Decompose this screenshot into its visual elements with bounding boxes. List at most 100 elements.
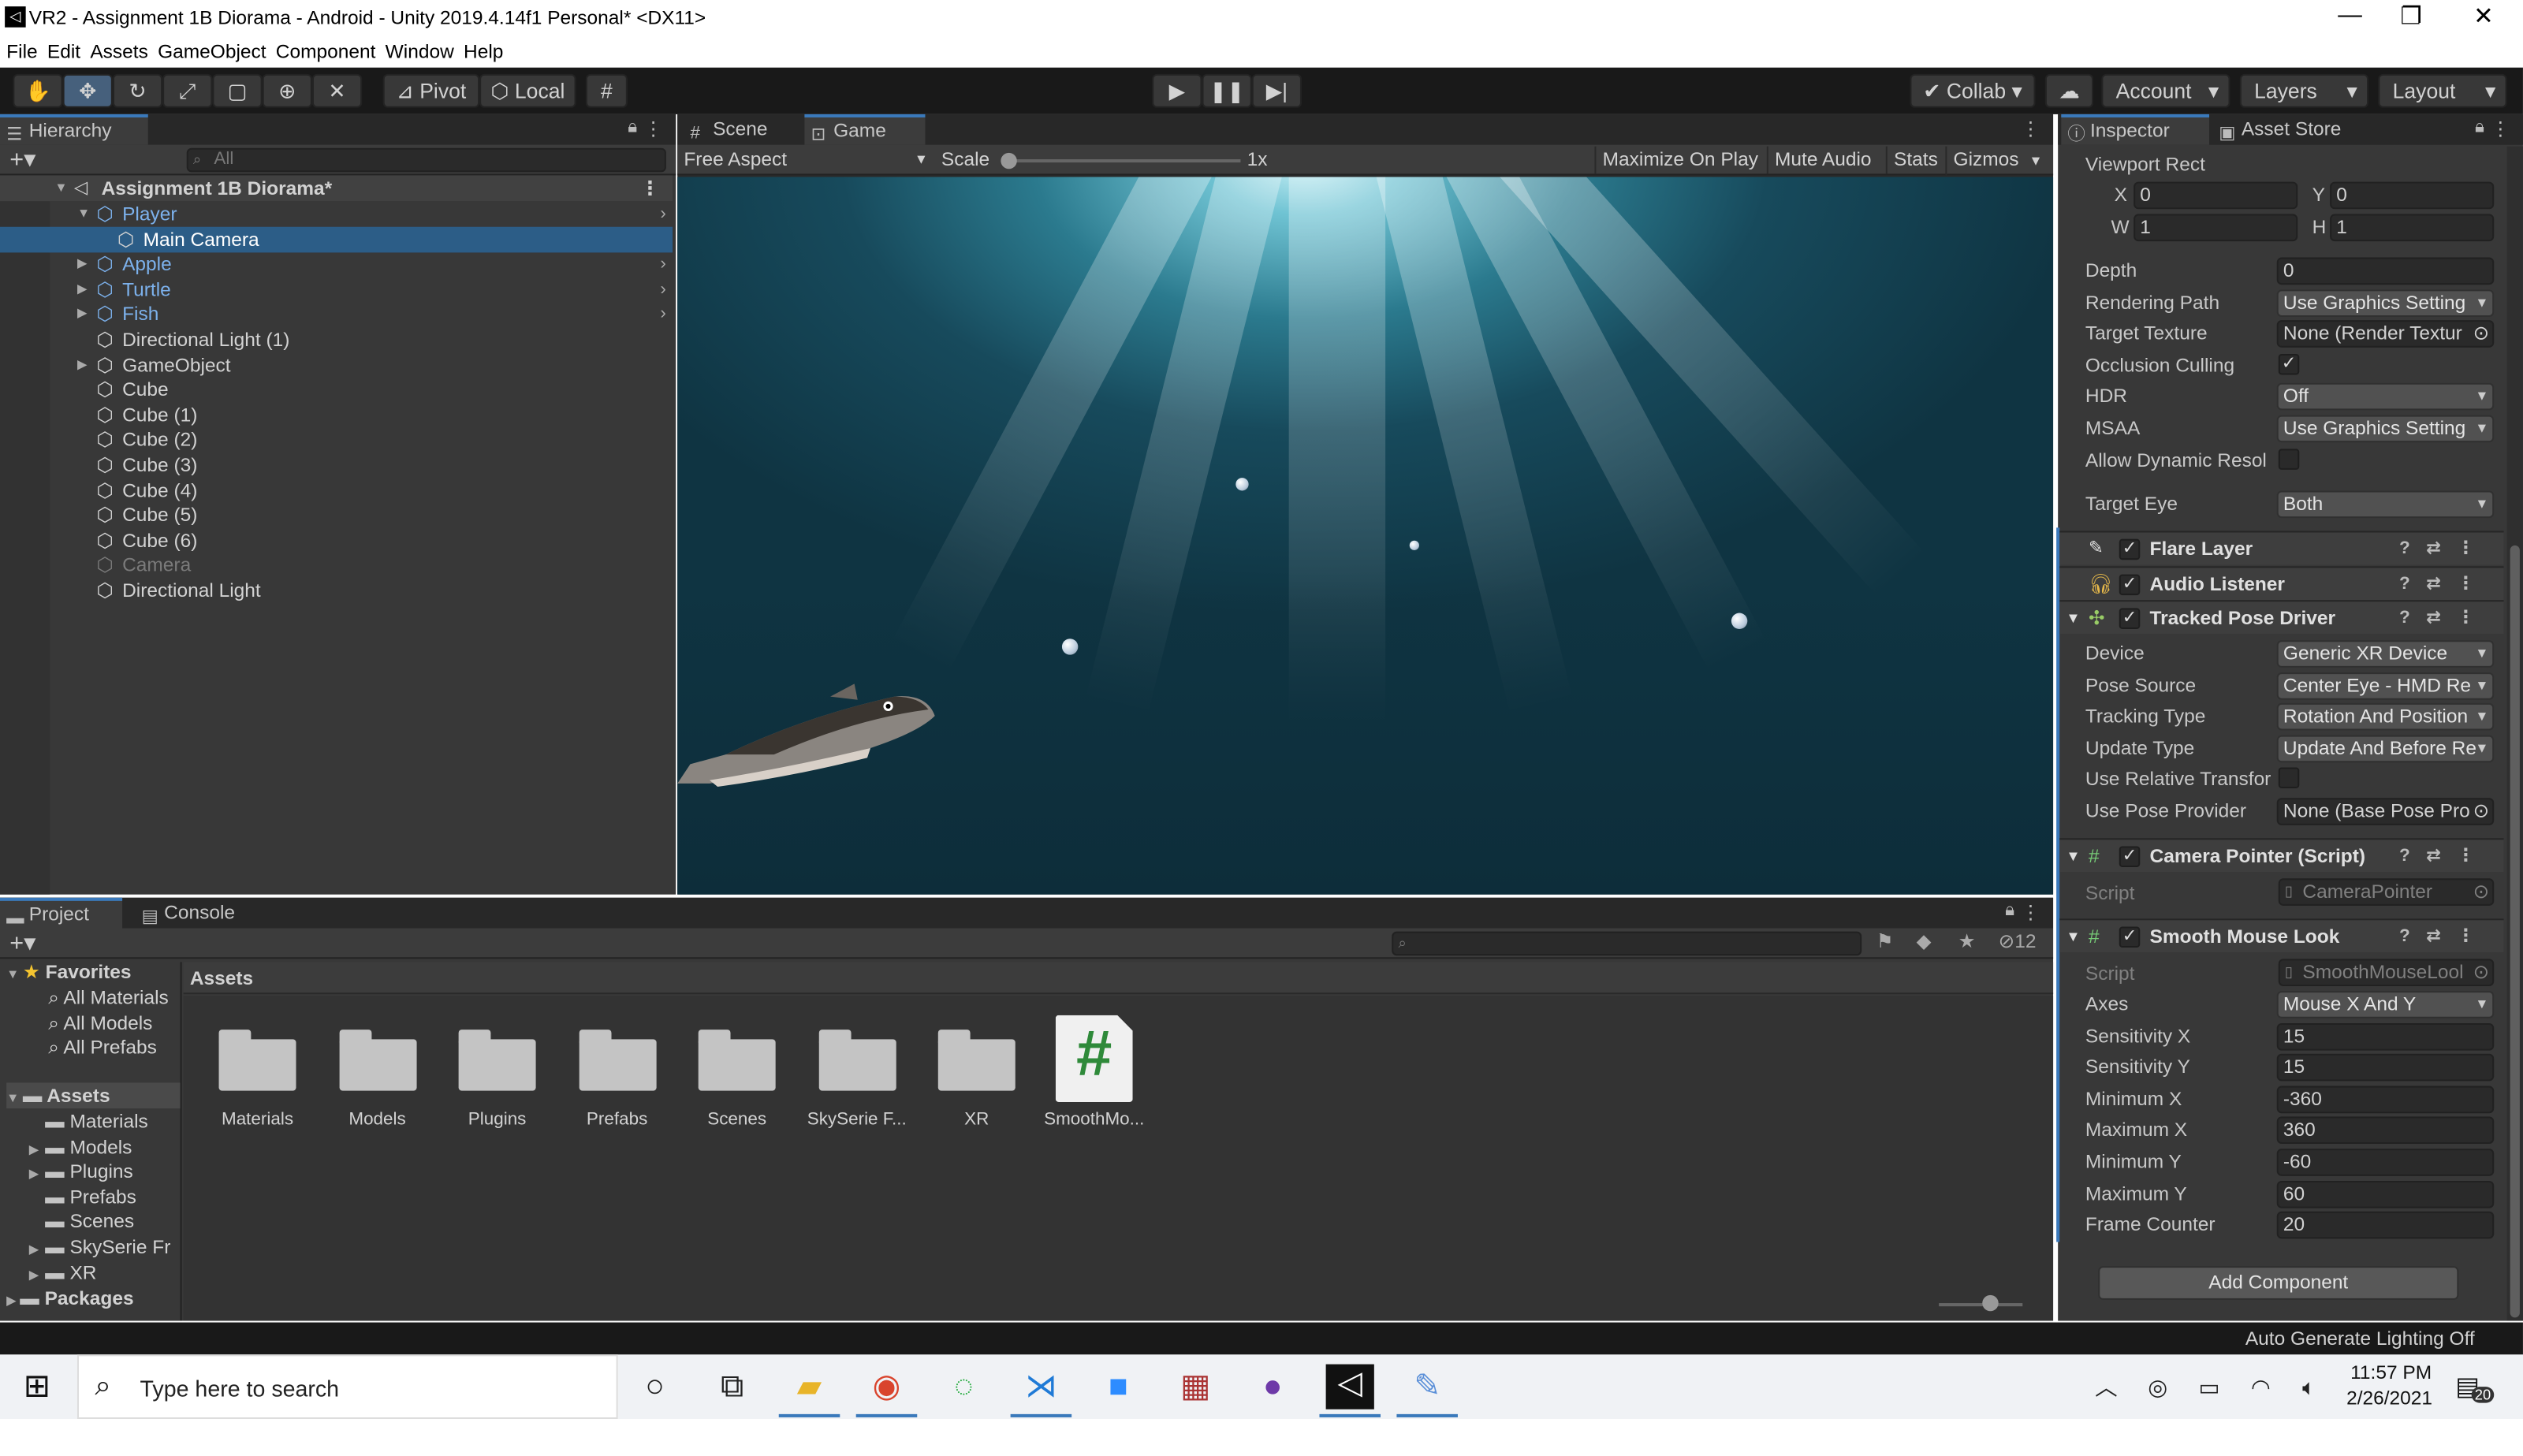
lock-icon[interactable]: 🔒︎	[2005, 901, 2014, 922]
collab-dropdown[interactable]: ✔ Collab ▾	[1910, 73, 2036, 108]
favorites-row[interactable]: ▼ ★ Favorites	[6, 959, 131, 985]
battery-icon[interactable]: ▭	[2185, 1368, 2233, 1406]
folder-icon[interactable]	[218, 1030, 296, 1091]
asset-tree-item[interactable]: ▶ ▬ XR	[29, 1259, 97, 1285]
folder-icon[interactable]	[338, 1030, 416, 1091]
favorite-item[interactable]: ⌕ All Models	[48, 1010, 152, 1036]
audio-listener-enabled-checkbox[interactable]: ✓	[2119, 574, 2141, 596]
hierarchy-item[interactable]: ⬡ Directional Light	[0, 578, 673, 604]
fold-closed-icon[interactable]: ▶	[29, 1262, 45, 1288]
maximize-on-play-toggle[interactable]: Maximize On Play	[1594, 146, 1765, 174]
folder-label[interactable]: XR	[919, 1110, 1034, 1129]
property-field[interactable]: 15	[2276, 1022, 2495, 1050]
hierarchy-item[interactable]: ⬡ Directional Light (1)	[0, 326, 673, 352]
transform-tool-icon[interactable]: ⊕	[262, 73, 312, 108]
rotate-tool-icon[interactable]: ↻	[112, 73, 163, 108]
property-field[interactable]: 0	[2276, 257, 2495, 285]
asset-tree-item[interactable]: ▶ ▬ Plugins	[29, 1159, 133, 1185]
filter-by-label-icon[interactable]: ◆	[1917, 930, 1932, 953]
scale-slider-handle[interactable]	[1001, 152, 1017, 169]
layout-dropdown[interactable]: Layout ▾	[2378, 73, 2507, 108]
fold-open-icon[interactable]: ▼	[77, 201, 90, 227]
tray-device-icon[interactable]: ◎	[2134, 1368, 2182, 1406]
fold-closed-icon[interactable]: ▶	[77, 277, 88, 303]
hierarchy-item[interactable]: ⬡ Cube (5)	[0, 502, 673, 528]
lock-icon[interactable]: 🔒︎	[2475, 117, 2484, 139]
script-asset-icon[interactable]: #	[1055, 1015, 1133, 1102]
asset-tree-item[interactable]: ▬ Materials	[29, 1108, 148, 1134]
property-dropdown[interactable]: Generic XR Device	[2276, 640, 2495, 668]
property-dropdown[interactable]: Use Graphics Setting	[2276, 289, 2495, 317]
folder-label[interactable]: Scenes	[679, 1110, 795, 1129]
project-search-input[interactable]: ⌕	[1392, 931, 1862, 956]
folder-icon[interactable]	[698, 1030, 776, 1091]
folder-icon[interactable]	[458, 1030, 536, 1091]
tray-chevron-up-icon[interactable]: ︿	[2082, 1368, 2130, 1406]
component-actions-icon[interactable]: ?⇄⋮	[2399, 920, 2491, 952]
asset-tree-item[interactable]: ▶ ▬ Models	[29, 1134, 132, 1160]
property-dropdown[interactable]: Use Graphics Setting	[2276, 415, 2495, 443]
local-toggle[interactable]: ⬡ Local	[479, 73, 576, 108]
kebab-menu-icon[interactable]: ⋮	[640, 175, 659, 201]
folder-label[interactable]: Materials	[199, 1110, 315, 1129]
mute-audio-toggle[interactable]: Mute Audio	[1766, 146, 1878, 174]
cloud-icon[interactable]: ☁	[2044, 73, 2094, 108]
hierarchy-item[interactable]: ⬡ Camera	[0, 553, 673, 579]
fold-closed-icon[interactable]: ▶	[77, 301, 88, 327]
folder-label[interactable]: Models	[319, 1110, 435, 1129]
property-field[interactable]: None (Render Textur ⊙	[2276, 320, 2495, 348]
hierarchy-item[interactable]: ⬡ Cube	[0, 377, 673, 403]
component-actions-icon[interactable]: ?⇄⋮	[2399, 840, 2491, 872]
property-checkbox[interactable]: ✓	[2278, 353, 2300, 375]
chevron-right-icon[interactable]: ›	[660, 301, 665, 327]
clock-date[interactable]: 2/26/2021	[2333, 1387, 2446, 1409]
layers-dropdown[interactable]: Layers ▾	[2239, 73, 2369, 108]
add-icon[interactable]: +▾	[9, 145, 35, 174]
game-viewport[interactable]	[677, 177, 2054, 895]
asset-tree-item[interactable]: ▬ Prefabs	[29, 1184, 136, 1210]
camera-pointer-enabled-checkbox[interactable]: ✓	[2119, 846, 2141, 867]
folder-icon[interactable]	[937, 1030, 1016, 1091]
property-field[interactable]: 60	[2276, 1180, 2495, 1208]
tab-hierarchy[interactable]: ☰ Hierarchy	[0, 114, 148, 145]
favorite-item[interactable]: ⌕ All Prefabs	[48, 1035, 157, 1061]
tab-game[interactable]: ⊡ Game	[804, 114, 926, 145]
wifi-icon[interactable]: ◠	[2237, 1368, 2285, 1406]
pause-button[interactable]: ❚❚	[1202, 73, 1252, 108]
property-dropdown[interactable]: Both	[2276, 490, 2495, 519]
property-field[interactable]: 15	[2276, 1054, 2495, 1082]
menu-component[interactable]: Component	[276, 37, 376, 68]
flare-layer-enabled-checkbox[interactable]: ✓	[2119, 538, 2141, 560]
tab-project[interactable]: ▬ Project	[0, 897, 123, 929]
property-field[interactable]: None (Base Pose Pro ⊙	[2276, 798, 2495, 825]
task-view-icon[interactable]: ⧉	[708, 1368, 756, 1406]
hierarchy-item[interactable]: ▶ ⬡ Turtle ›	[0, 277, 673, 303]
play-button[interactable]: ▶	[1152, 73, 1202, 108]
viewport-h-field[interactable]: 1	[2330, 214, 2495, 242]
menu-gameobject[interactable]: GameObject	[158, 37, 266, 68]
chevron-right-icon[interactable]: ›	[660, 201, 665, 227]
asset-tree-item[interactable]: ▶ ▬ SkySerie Fr	[29, 1234, 171, 1260]
tracked-pose-driver-header[interactable]: ▼ ✣ ✓ Tracked Pose Driver ?⇄⋮	[2059, 600, 2504, 635]
hierarchy-item[interactable]: ⬡ Cube (1)	[0, 402, 673, 428]
rect-tool-icon[interactable]: ▢	[212, 73, 263, 108]
packages-row[interactable]: ▶ ▬ Packages	[6, 1286, 133, 1312]
hierarchy-item[interactable]: ▶ ⬡ Fish ›	[0, 301, 673, 327]
zoom-icon[interactable]: ■	[1094, 1368, 1142, 1406]
scene-row[interactable]: ▼ ◁ Assignment 1B Diorama* ⋮	[0, 175, 673, 202]
property-dropdown[interactable]: Update And Before Re	[2276, 735, 2495, 762]
stats-toggle[interactable]: Stats	[1885, 146, 1944, 174]
folder-icon[interactable]	[578, 1030, 656, 1091]
kebab-menu-icon[interactable]: ⋮	[2491, 117, 2510, 140]
sync-app-icon[interactable]: ◌	[940, 1368, 988, 1406]
fold-open-icon[interactable]: ▼	[2066, 920, 2080, 952]
assets-root-row[interactable]: ▼ ▬ Assets	[6, 1082, 181, 1109]
chevron-right-icon[interactable]: ›	[660, 251, 665, 277]
windows-start-icon[interactable]: ⊞	[13, 1368, 61, 1406]
clock-time[interactable]: 11:57 PM	[2342, 1361, 2439, 1384]
property-dropdown[interactable]: Center Eye - HMD Re	[2276, 672, 2495, 699]
favorite-star-icon[interactable]: ★	[1958, 930, 1976, 953]
tab-scene[interactable]: # Scene	[684, 114, 804, 145]
property-dropdown[interactable]: Off	[2276, 383, 2495, 411]
file-explorer-icon[interactable]: ▰	[785, 1368, 833, 1406]
